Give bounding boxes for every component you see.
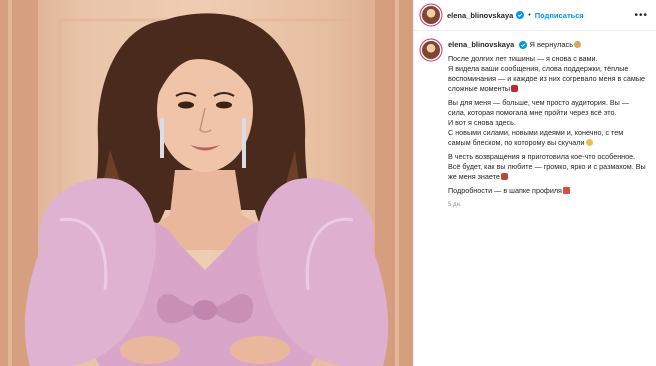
post-side-panel: elena_blinovskaya • Подписаться ••• elen… [413, 0, 656, 366]
username-link[interactable]: elena_blinovskaya [447, 11, 513, 20]
caption-avatar[interactable] [422, 41, 440, 59]
caption-header: elena_blinovskaya Я вернулась [448, 40, 646, 50]
separator-dot: • [528, 11, 531, 19]
heart-emoji-icon [511, 85, 519, 92]
caption-paragraph-1: После долгих лет тишины — я снова с вами… [448, 54, 645, 93]
verified-badge-icon [516, 11, 525, 19]
caption-paragraph-4: Подробности — в шапке профиля [448, 186, 646, 196]
smile-emoji-icon [574, 41, 582, 48]
avatar[interactable] [422, 6, 440, 24]
post-photo[interactable] [0, 0, 413, 366]
portrait-image [0, 0, 413, 366]
sparkle-emoji-icon [562, 187, 570, 194]
follow-button[interactable]: Подписаться [535, 11, 584, 20]
verified-badge-icon [519, 41, 528, 50]
caption-username[interactable]: elena_blinovskaya [448, 40, 514, 49]
emoji-icon [500, 173, 508, 180]
caption-paragraph-2: Вы для меня — больше, чем просто аудитор… [448, 98, 629, 147]
post-header: elena_blinovskaya • Подписаться ••• [414, 0, 656, 31]
wink-emoji-icon [585, 139, 593, 146]
caption-paragraph-3: В честь возвращения я приготовила кое-чт… [448, 152, 646, 181]
post-timestamp[interactable]: 5 дн. [448, 202, 646, 208]
caption: elena_blinovskaya Я вернулась После долг… [414, 31, 656, 208]
more-options-icon[interactable]: ••• [634, 10, 648, 21]
caption-title: Я вернулась [529, 40, 574, 49]
